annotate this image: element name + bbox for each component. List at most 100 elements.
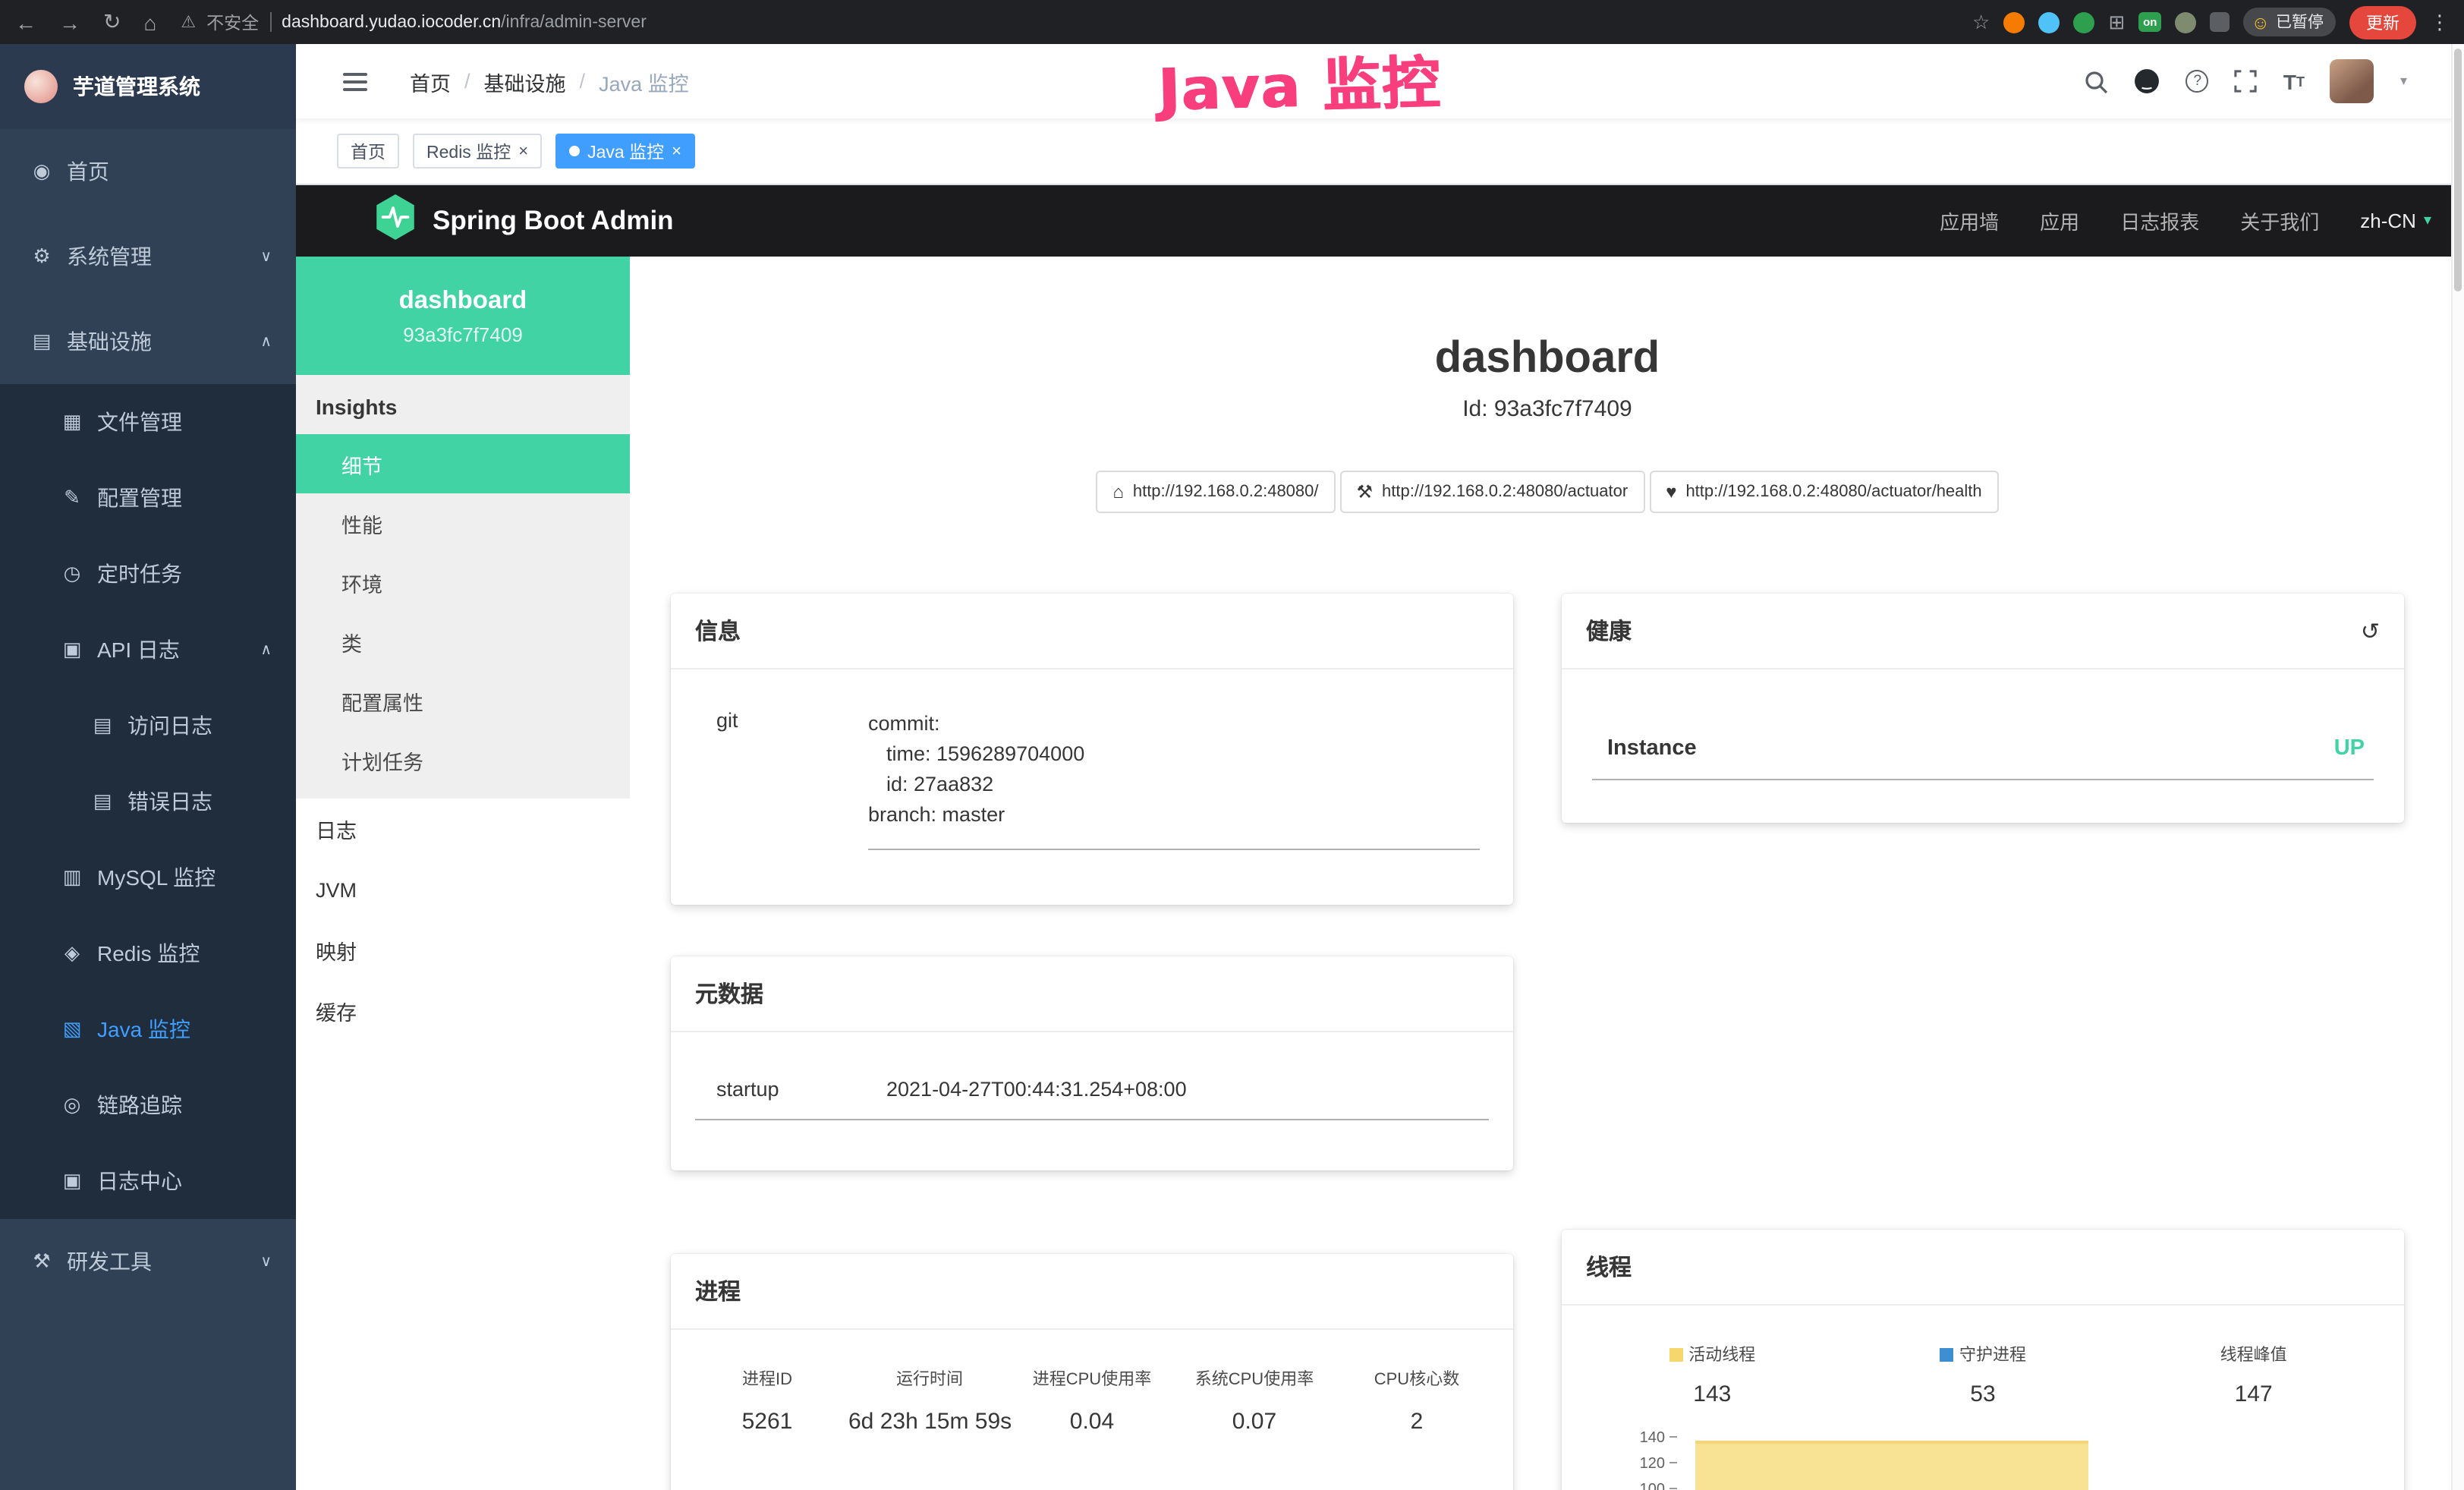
sidebar-item-log-center[interactable]: ▣ 日志中心 — [0, 1143, 296, 1219]
sidebar-item-home[interactable]: ◉ 首页 — [0, 129, 296, 214]
extension-icon-orange[interactable] — [2003, 11, 2025, 33]
hamburger-icon[interactable] — [343, 72, 367, 90]
avatar[interactable] — [2330, 59, 2374, 103]
browser-menu-icon[interactable]: ⋮ — [2430, 10, 2450, 34]
tab-redis-monitor[interactable]: Redis 监控 × — [413, 134, 542, 169]
threads-legend: 活动线程 143 守护进程 — [1577, 1342, 2389, 1407]
nav-item-applications[interactable]: 应用 — [2040, 206, 2079, 235]
metadata-card: 元数据 startup 2021-04-27T00:44:31.254+08:0… — [671, 956, 1513, 1170]
sba-item-mappings[interactable]: 映射 — [296, 920, 630, 981]
nav-item-journal[interactable]: 日志报表 — [2120, 206, 2199, 235]
sidebar-item-redis-monitor[interactable]: ◈ Redis 监控 — [0, 915, 296, 991]
scrollbar-thumb[interactable] — [2454, 49, 2462, 291]
screen: ← → ↻ ⌂ ⚠ 不安全 dashboard.yudao.iocoder.cn… — [0, 0, 2464, 1490]
sba-item-caches[interactable]: 缓存 — [296, 981, 630, 1041]
sidebar-item-access-logs[interactable]: ▤ 访问日志 — [0, 688, 296, 764]
home-icon[interactable]: ⌂ — [143, 10, 156, 34]
app-logo[interactable]: 芋道管理系统 — [0, 44, 296, 129]
sba-item-scheduled-tasks[interactable]: 计划任务 — [296, 730, 630, 789]
legend-value: 53 — [1848, 1381, 2119, 1407]
sba-item-details[interactable]: 细节 — [296, 434, 630, 493]
actuator-url-button[interactable]: ⚒ http://192.168.0.2:48080/actuator — [1340, 471, 1645, 513]
locale-selector[interactable]: zh-CN ▾ — [2360, 209, 2431, 232]
legend-value: 143 — [1577, 1381, 1848, 1407]
sidebar-item-label: API 日志 — [97, 635, 180, 665]
sidebar-item-config-mgmt[interactable]: ✎ 配置管理 — [0, 460, 296, 536]
admin-topbar: 首页 / 基础设施 / Java 监控 ? — [296, 44, 2464, 118]
search-icon[interactable] — [2085, 69, 2109, 93]
security-label[interactable]: 不安全 — [206, 10, 259, 34]
process-card-title: 进程 — [695, 1275, 741, 1307]
breadcrumb-item-infrastructure[interactable]: 基础设施 — [484, 66, 566, 96]
extension-icon-green[interactable] — [2073, 11, 2094, 33]
health-url-button[interactable]: ♥ http://192.168.0.2:48080/actuator/heal… — [1649, 471, 1998, 513]
actuator-url: http://192.168.0.2:48080/actuator — [1382, 483, 1628, 501]
sidebar-item-error-logs[interactable]: ▤ 错误日志 — [0, 764, 296, 840]
sba-item-metrics[interactable]: 性能 — [296, 493, 630, 553]
tab-home[interactable]: 首页 — [337, 134, 399, 169]
sba-item-label: 配置属性 — [341, 685, 423, 716]
close-icon[interactable]: × — [518, 142, 528, 160]
nav-item-about[interactable]: 关于我们 — [2240, 206, 2319, 235]
sidebar-item-trace[interactable]: ◎ 链路追踪 — [0, 1067, 296, 1143]
avatar-caret-icon[interactable]: ▾ — [2400, 73, 2407, 90]
sidebar-item-api-logs[interactable]: ▣ API 日志 ∧ — [0, 612, 296, 688]
sidebar-item-infrastructure[interactable]: ▤ 基础设施 ∧ — [0, 299, 296, 384]
bookmark-star-icon[interactable]: ☆ — [1972, 10, 1990, 34]
process-col-value: 5261 — [686, 1409, 848, 1435]
chevron-down-icon: ∨ — [260, 248, 272, 265]
profile-chip[interactable]: ☺ 已暂停 — [2243, 8, 2336, 36]
legend-swatch-blue — [1940, 1347, 1953, 1361]
info-row-value: commit: time: 1596289704000 id: 27aa832 … — [868, 709, 1480, 850]
info-row-label: git — [695, 709, 868, 850]
fullscreen-icon[interactable] — [2235, 70, 2258, 93]
instance-label: Instance — [1607, 736, 1697, 761]
update-button[interactable]: 更新 — [2349, 5, 2416, 39]
back-icon[interactable]: ← — [15, 10, 36, 34]
sidebar-item-label: 系统管理 — [67, 241, 152, 272]
tab-java-monitor[interactable]: Java 监控 × — [555, 134, 695, 169]
forward-icon[interactable]: → — [59, 10, 80, 34]
github-icon[interactable] — [2135, 68, 2160, 94]
process-col-uptime: 运行时间 6d 23h 15m 59s — [848, 1366, 1011, 1435]
sba-app-header[interactable]: dashboard 93a3fc7f7409 — [296, 257, 630, 375]
sba-item-label: 计划任务 — [341, 745, 423, 775]
sba-item-jvm[interactable]: JVM — [296, 859, 630, 920]
sidebar-item-file-mgmt[interactable]: ▦ 文件管理 — [0, 384, 296, 460]
profile-avatar-icon: ☺ — [2251, 11, 2270, 33]
close-icon[interactable]: × — [672, 142, 681, 160]
sidebar-item-java-monitor[interactable]: ▧ Java 监控 — [0, 991, 296, 1067]
tab-label: Java 监控 — [587, 139, 664, 163]
sba-item-environment[interactable]: 环境 — [296, 553, 630, 612]
history-icon[interactable]: ↺ — [2361, 617, 2380, 644]
cards-left-column: 信息 git commit: time: 1596289704000 id: 2… — [671, 594, 1513, 1490]
sba-brand[interactable]: Spring Boot Admin — [375, 194, 674, 247]
sba-item-label: 性能 — [341, 508, 382, 538]
extensions-grid-icon[interactable]: ⊞ — [2108, 10, 2125, 34]
process-col-value: 0.07 — [1173, 1409, 1336, 1435]
puzzle-icon[interactable] — [2210, 12, 2230, 32]
sidebar-item-mysql-monitor[interactable]: ▥ MySQL 监控 — [0, 840, 296, 915]
reload-icon[interactable]: ↻ — [103, 9, 121, 35]
help-icon[interactable]: ? — [2186, 70, 2209, 93]
sidebar-item-dev-tools[interactable]: ⚒ 研发工具 ∨ — [0, 1219, 296, 1304]
address-bar[interactable]: ⚠ 不安全 dashboard.yudao.iocoder.cn/infra/a… — [181, 10, 647, 34]
sba-item-logs[interactable]: 日志 — [296, 799, 630, 859]
sba-item-classes[interactable]: 类 — [296, 612, 630, 671]
breadcrumb-item-home[interactable]: 首页 — [410, 66, 451, 96]
url-text[interactable]: dashboard.yudao.iocoder.cn/infra/admin-s… — [282, 13, 647, 31]
sidebar-item-scheduled-jobs[interactable]: ◷ 定时任务 — [0, 536, 296, 612]
font-size-icon[interactable]: TT — [2283, 69, 2305, 93]
sba-item-config-props[interactable]: 配置属性 — [296, 671, 630, 730]
on-badge-icon[interactable]: on — [2138, 12, 2161, 32]
nav-item-wallboard[interactable]: 应用墙 — [1940, 206, 1999, 235]
sidebar-item-label: 研发工具 — [67, 1246, 152, 1277]
service-url-button[interactable]: ⌂ http://192.168.0.2:48080/ — [1096, 471, 1335, 513]
sidebar-item-system-mgmt[interactable]: ⚙ 系统管理 ∨ — [0, 214, 296, 299]
sidebar-item-label: 链路追踪 — [97, 1090, 182, 1120]
metadata-card-body: startup 2021-04-27T00:44:31.254+08:00 — [671, 1032, 1513, 1170]
legend-swatch-yellow — [1669, 1347, 1682, 1361]
metadata-card-header: 元数据 — [671, 956, 1513, 1032]
extension-icon-leaf[interactable] — [2175, 11, 2196, 33]
extension-icon-blue[interactable] — [2038, 11, 2060, 33]
